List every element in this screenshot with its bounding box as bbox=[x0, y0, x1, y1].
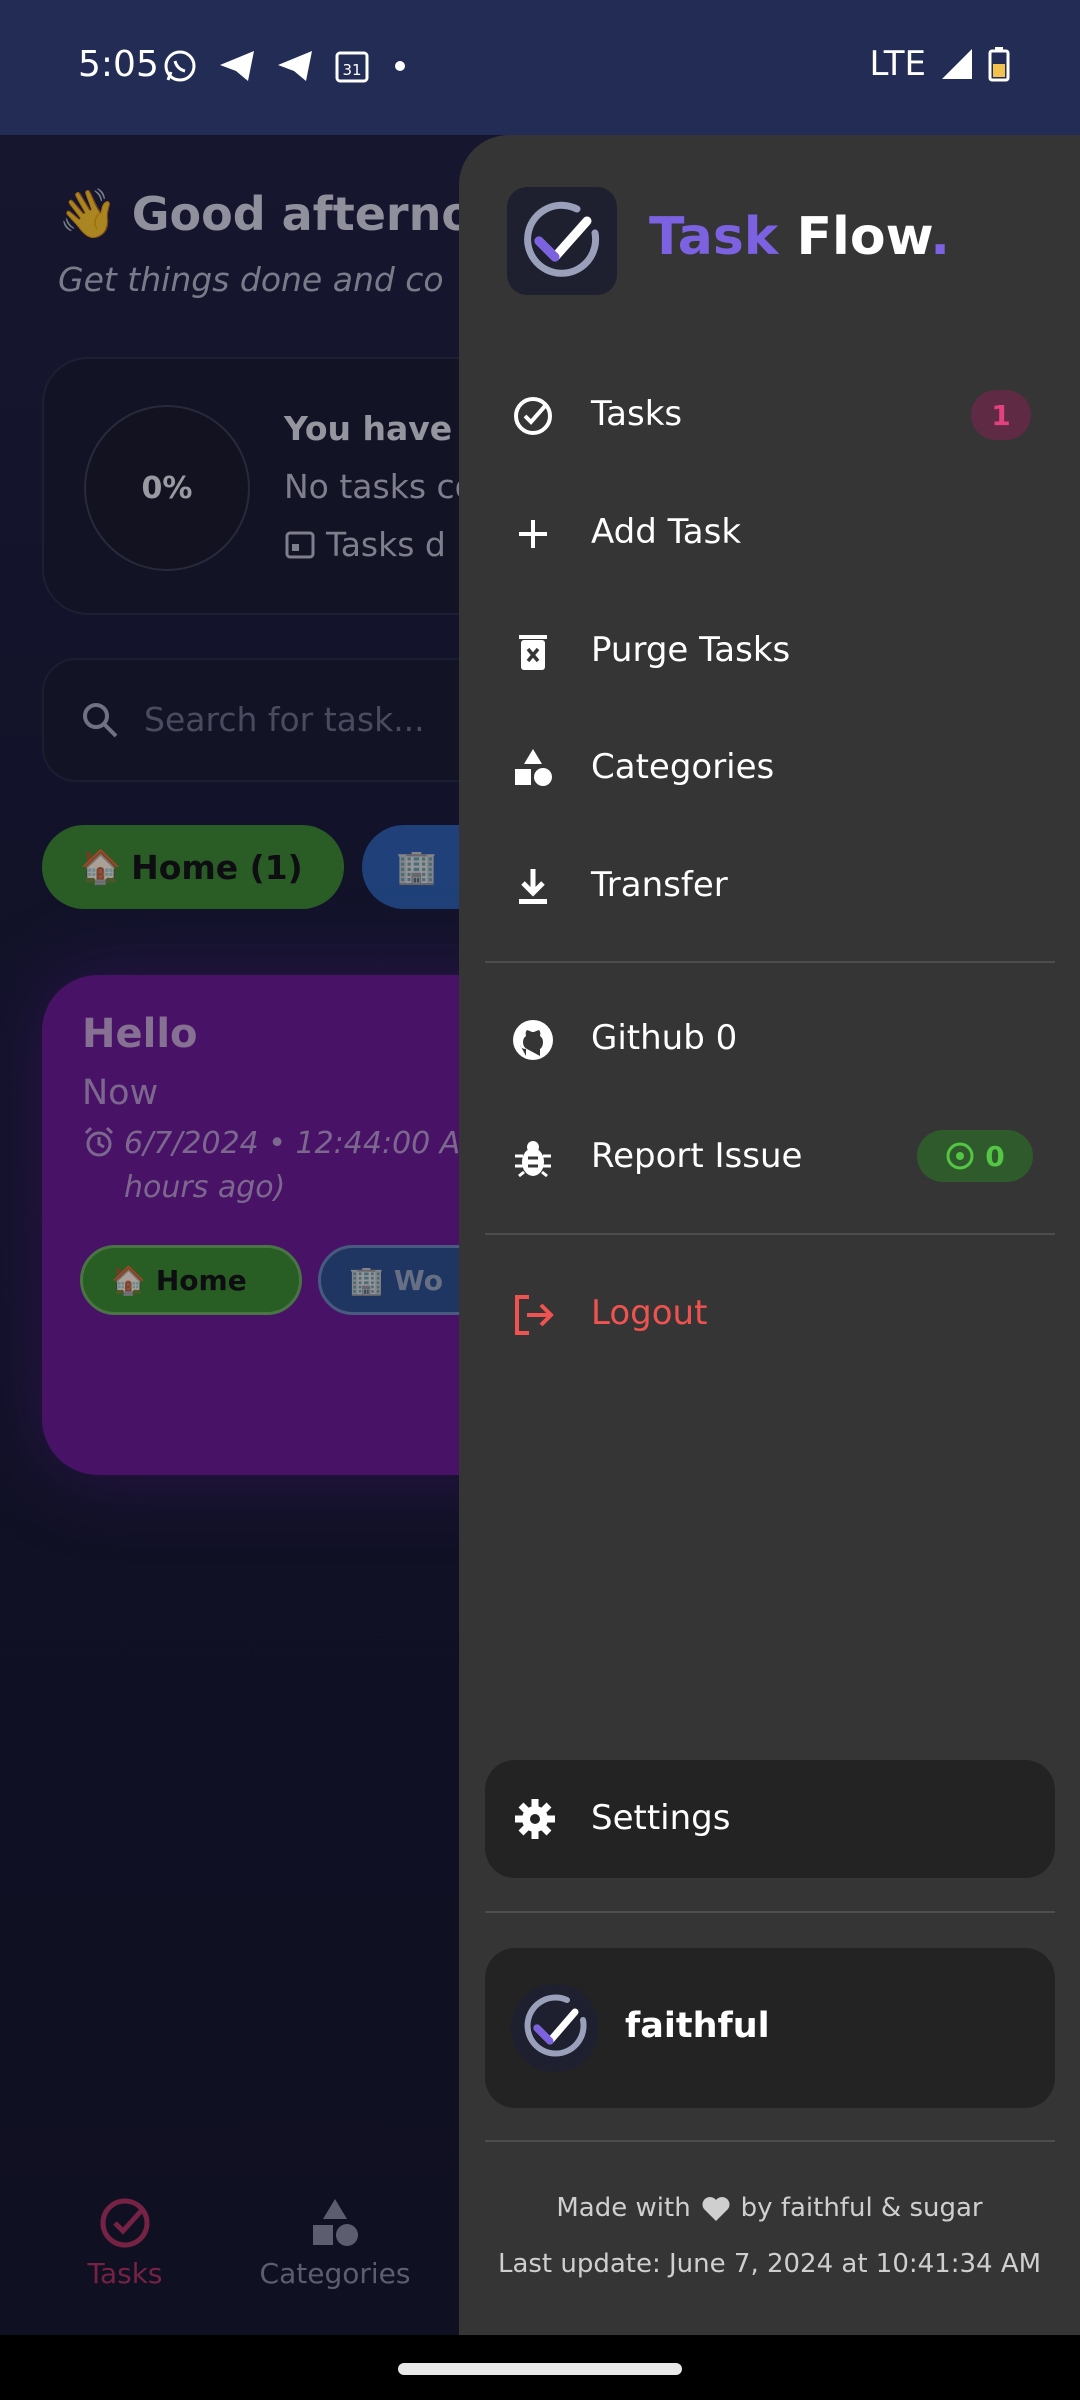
logo-check-icon bbox=[524, 201, 600, 277]
battery-icon bbox=[988, 47, 1010, 82]
avatar bbox=[511, 1984, 599, 2072]
brand-dot: . bbox=[930, 207, 951, 267]
home-gesture-handle[interactable] bbox=[398, 2363, 682, 2375]
drawer-divider bbox=[485, 2140, 1055, 2142]
drawer-item-tasks-label: Tasks bbox=[591, 394, 683, 434]
drawer-item-logout-label: Logout bbox=[591, 1293, 708, 1333]
brand-part1: Task bbox=[649, 207, 779, 267]
network-type: LTE bbox=[869, 44, 926, 84]
task-check-icon bbox=[514, 397, 552, 435]
drawer-item-add-task[interactable]: Add Task bbox=[459, 482, 1080, 582]
made-with-suffix: by faithful & sugar bbox=[740, 2193, 983, 2223]
bug-icon bbox=[515, 1141, 551, 1178]
drawer-item-add-task-label: Add Task bbox=[591, 512, 742, 552]
drawer-item-github[interactable]: Github 0 bbox=[459, 988, 1080, 1088]
issue-open-icon bbox=[946, 1142, 974, 1170]
settings-label: Settings bbox=[591, 1798, 731, 1838]
drawer-divider bbox=[485, 961, 1055, 963]
github-icon bbox=[513, 1020, 553, 1060]
drawer-item-report-issue-label: Report Issue bbox=[591, 1136, 803, 1176]
categories-icon bbox=[515, 749, 552, 786]
settings-button[interactable]: Settings bbox=[485, 1760, 1055, 1878]
app-logo bbox=[507, 187, 617, 295]
brand-part2: Flow bbox=[796, 207, 931, 267]
download-icon bbox=[519, 869, 547, 904]
drawer-item-purge-tasks[interactable]: Purge Tasks bbox=[459, 600, 1080, 700]
telegram-icon bbox=[220, 51, 254, 81]
app-brand: Task Flow. bbox=[649, 207, 950, 267]
issues-count-badge: 0 bbox=[917, 1130, 1033, 1182]
issues-count: 0 bbox=[985, 1139, 1005, 1173]
whatsapp-icon bbox=[164, 50, 196, 82]
drawer-item-categories-label: Categories bbox=[591, 747, 775, 787]
system-nav-bar bbox=[0, 2335, 1080, 2400]
calendar-date: 31 bbox=[342, 61, 361, 79]
drawer-item-transfer[interactable]: Transfer bbox=[459, 835, 1080, 935]
made-with-prefix: Made with bbox=[556, 2193, 691, 2223]
signal-icon bbox=[942, 49, 972, 79]
plus-icon bbox=[519, 520, 547, 548]
heart-icon bbox=[702, 2196, 730, 2221]
user-profile[interactable]: faithful bbox=[485, 1948, 1055, 2108]
trash-icon bbox=[519, 635, 547, 670]
drawer-item-report-issue[interactable]: Report Issue 0 bbox=[459, 1106, 1080, 1206]
drawer-item-purge-tasks-label: Purge Tasks bbox=[591, 630, 791, 670]
made-with-credit: Made with by faithful & sugar bbox=[459, 2193, 1080, 2223]
status-time: 5:05 bbox=[78, 44, 159, 85]
drawer-item-tasks[interactable]: Tasks 1 bbox=[459, 364, 1080, 464]
drawer-item-logout[interactable]: Logout bbox=[459, 1263, 1080, 1363]
drawer-item-github-label: Github 0 bbox=[591, 1018, 738, 1058]
drawer-item-categories[interactable]: Categories bbox=[459, 717, 1080, 817]
last-update: Last update: June 7, 2024 at 10:41:34 AM bbox=[497, 2249, 1042, 2279]
dot-icon bbox=[395, 61, 405, 71]
status-right: LTE bbox=[869, 44, 1010, 84]
status-bar: 5:05 31 LTE bbox=[0, 0, 1080, 135]
tasks-count-badge: 1 bbox=[971, 390, 1031, 440]
calendar-icon: 31 bbox=[335, 51, 369, 83]
user-name: faithful bbox=[625, 2006, 770, 2046]
gear-icon bbox=[515, 1799, 555, 1839]
drawer-divider bbox=[485, 1233, 1055, 1235]
logo-check-icon bbox=[524, 1994, 587, 2057]
logout-icon bbox=[515, 1295, 554, 1335]
notification-icons: 31 bbox=[162, 48, 410, 84]
drawer-item-transfer-label: Transfer bbox=[591, 865, 728, 905]
drawer-divider bbox=[485, 1911, 1055, 1913]
telegram-icon bbox=[278, 51, 312, 81]
navigation-drawer: Task Flow. Tasks 1 Add Task Purge Tasks … bbox=[459, 135, 1080, 2335]
